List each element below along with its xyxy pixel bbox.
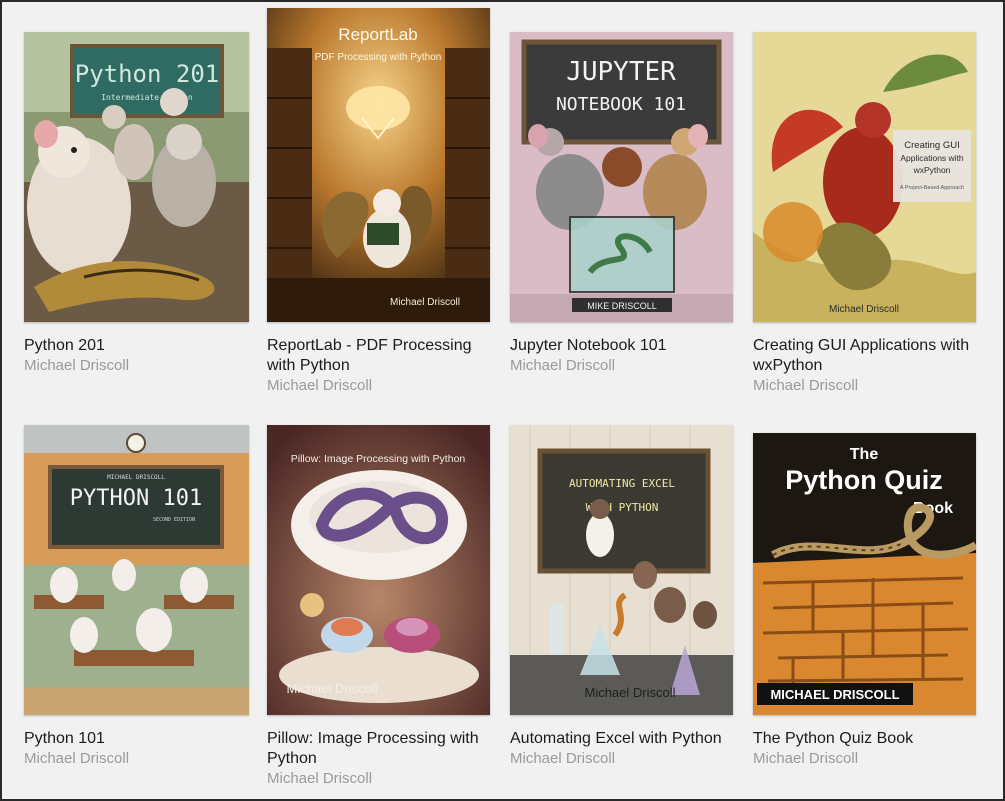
cover-heading-line2: Applications with — [900, 153, 964, 163]
book-author: Michael Driscoll — [267, 377, 373, 394]
cover-byline: Michael Driscoll — [286, 681, 377, 696]
book-meta: Automating Excel with Python Michael Dri… — [510, 729, 738, 769]
book-author: Michael Driscoll — [753, 377, 859, 394]
cover-heading-line1: The — [850, 446, 879, 463]
cover-byline: Michael Driscoll — [390, 297, 460, 308]
book-cover-python-201[interactable]: Python 201 Intermediate Python — [24, 32, 249, 322]
cover-illustration-mice-snake-tank: JUPYTER NOTEBOOK 101 MIKE DRISCOLL — [510, 32, 733, 322]
book-meta: Python 101 Michael Driscoll — [24, 729, 252, 769]
book-title[interactable]: ReportLab - PDF Processing with Python — [267, 336, 495, 376]
cover-illustration-dreaming-snake: Pillow: Image Processing with Python Mic… — [267, 425, 490, 715]
cover-heading-line2: NOTEBOOK 101 — [556, 94, 686, 115]
cover-illustration-mice-lab: AUTOMATING EXCEL WITH PYTHON Michael Dri… — [510, 425, 733, 715]
book-title[interactable]: Python 201 — [24, 336, 252, 356]
cover-heading: ReportLab — [338, 25, 417, 44]
cover-byline: MICHAEL DRISCOLL — [770, 687, 899, 702]
cover-byline: Michael Driscoll — [829, 304, 899, 315]
cover-heading: PYTHON 101 — [70, 486, 202, 511]
book-cover-python-101[interactable]: MICHAEL DRISCOLL PYTHON 101 SECOND EDITI… — [24, 425, 249, 715]
cover-heading: Pillow: Image Processing with Python — [291, 453, 466, 465]
book-meta: Creating GUI Applications with wxPython … — [753, 336, 981, 396]
book-cover-reportlab[interactable]: ReportLab PDF Processing with Python Mic… — [267, 8, 490, 322]
cover-heading-line1: JUPYTER — [566, 57, 676, 87]
cover-heading-line1: Creating GUI — [904, 140, 959, 151]
cover-heading-line3: wxPython — [913, 165, 951, 175]
cover-heading-line1: AUTOMATING EXCEL — [569, 477, 675, 490]
book-author: Michael Driscoll — [510, 750, 616, 767]
cover-byline: MIKE DRISCOLL — [587, 301, 657, 311]
book-gallery: Python 201 Intermediate Python Python 20… — [0, 0, 1005, 801]
book-meta: Pillow: Image Processing with Python Mic… — [267, 729, 495, 789]
book-title[interactable]: Jupyter Notebook 101 — [510, 336, 738, 356]
book-author: Michael Driscoll — [267, 770, 373, 787]
book-meta: ReportLab - PDF Processing with Python M… — [267, 336, 495, 396]
book-author: Michael Driscoll — [24, 750, 130, 767]
book-title[interactable]: Creating GUI Applications with wxPython — [753, 336, 981, 376]
book-author: Michael Driscoll — [753, 750, 859, 767]
book-meta: The Python Quiz Book Michael Driscoll — [753, 729, 981, 769]
cover-illustration-library: ReportLab PDF Processing with Python Mic… — [267, 8, 490, 322]
book-cover-python-quiz-book[interactable]: The Python Quiz Book MICHAEL DRISCOLL — [753, 433, 976, 715]
book-cover-wxpython[interactable]: Creating GUI Applications with wxPython … — [753, 32, 976, 322]
cover-illustration-dragon-snake: Creating GUI Applications with wxPython … — [753, 32, 976, 322]
book-cover-jupyter-notebook-101[interactable]: JUPYTER NOTEBOOK 101 MIKE DRISCOLL — [510, 32, 733, 322]
book-author: Michael Driscoll — [510, 357, 616, 374]
book-meta: Jupyter Notebook 101 Michael Driscoll — [510, 336, 738, 376]
book-author: Michael Driscoll — [24, 357, 130, 374]
cover-illustration-mice-classroom: MICHAEL DRISCOLL PYTHON 101 SECOND EDITI… — [24, 425, 249, 715]
book-title[interactable]: The Python Quiz Book — [753, 729, 981, 749]
cover-small-bottom: SECOND EDITION — [153, 517, 195, 523]
book-cover-automating-excel[interactable]: AUTOMATING EXCEL WITH PYTHON Michael Dri… — [510, 425, 733, 715]
cover-heading: Python 201 — [75, 60, 220, 88]
book-title[interactable]: Python 101 — [24, 729, 252, 749]
cover-subheading: PDF Processing with Python — [315, 52, 442, 63]
cover-byline: Michael Driscoll — [584, 685, 675, 700]
book-cover-pillow[interactable]: Pillow: Image Processing with Python Mic… — [267, 425, 490, 715]
cover-small-top: MICHAEL DRISCOLL — [107, 474, 165, 481]
cover-illustration-rats-classroom: Python 201 Intermediate Python — [24, 32, 249, 322]
book-title[interactable]: Pillow: Image Processing with Python — [267, 729, 495, 769]
book-meta: Python 201 Michael Driscoll — [24, 336, 252, 376]
cover-heading-line2: Python Quiz — [785, 465, 943, 495]
book-title[interactable]: Automating Excel with Python — [510, 729, 738, 749]
cover-illustration-snake-maze: The Python Quiz Book MICHAEL DRISCOLL — [753, 433, 976, 715]
cover-subheading: A Project-Based Approach — [900, 185, 964, 191]
